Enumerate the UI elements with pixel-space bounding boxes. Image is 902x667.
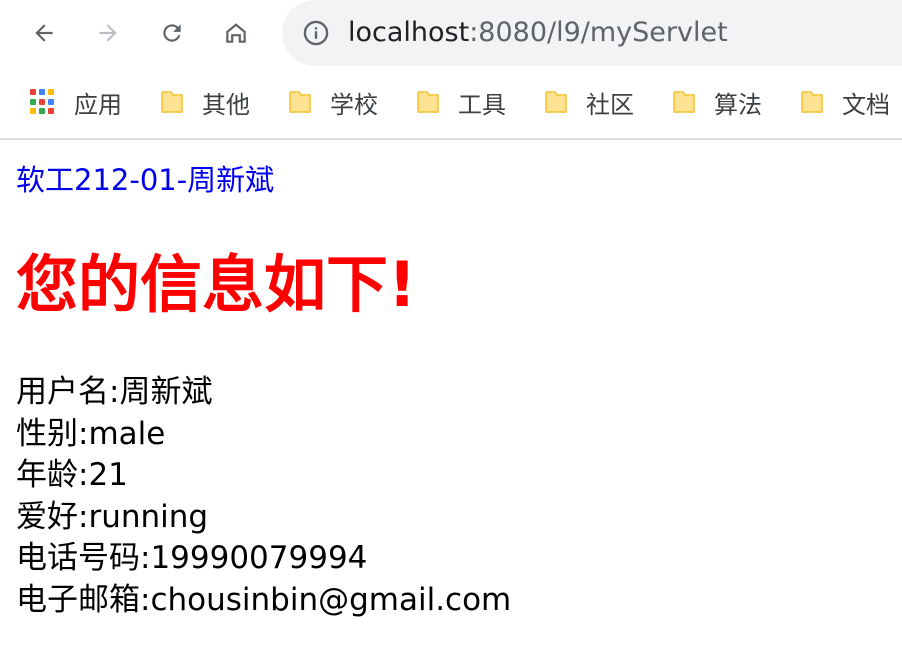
page-title: 您的信息如下! bbox=[16, 248, 417, 321]
bookmark-folder-other[interactable]: 其他 bbox=[160, 86, 250, 119]
back-button[interactable] bbox=[24, 13, 64, 53]
user-info: 用户名:周新斌 性别:male 年龄:21 爱好:running 电话号码:19… bbox=[16, 372, 511, 621]
folder-icon bbox=[673, 91, 695, 113]
url-host: localhost bbox=[348, 17, 470, 48]
folder-icon bbox=[289, 91, 311, 113]
bookmark-label: 学校 bbox=[330, 90, 378, 119]
reload-button[interactable] bbox=[152, 13, 192, 53]
bookmark-folder-school[interactable]: 学校 bbox=[288, 86, 378, 119]
folder-icon bbox=[417, 91, 439, 113]
apps-grid-icon bbox=[30, 89, 56, 115]
home-icon bbox=[226, 23, 246, 43]
address-bar[interactable]: localhost:8080/l9/myServlet bbox=[282, 0, 902, 66]
bookmark-folder-algorithms[interactable]: 算法 bbox=[672, 86, 762, 119]
url-path: :8080/l9/myServlet bbox=[469, 17, 728, 48]
url-text[interactable]: localhost:8080/l9/myServlet bbox=[348, 16, 728, 50]
bookmark-apps[interactable]: 应用 bbox=[30, 86, 122, 119]
username-line: 用户名:周新斌 bbox=[16, 374, 213, 410]
hobby-line: 爱好:running bbox=[16, 498, 209, 535]
browser-toolbar: localhost:8080/l9/myServlet bbox=[0, 0, 902, 66]
email-line: 电子邮箱:chousinbin@gmail.com bbox=[16, 581, 512, 618]
bookmark-label: 工具 bbox=[458, 90, 506, 119]
age-line: 年龄:21 bbox=[16, 457, 128, 493]
reload-icon bbox=[163, 24, 181, 42]
folder-icon bbox=[545, 91, 567, 113]
bookmark-label: 算法 bbox=[714, 90, 762, 119]
bookmark-folder-community[interactable]: 社区 bbox=[544, 86, 634, 119]
folder-icon bbox=[161, 91, 183, 113]
gender-line: 性别:male bbox=[16, 415, 166, 452]
info-icon[interactable] bbox=[302, 19, 330, 47]
forward-button[interactable] bbox=[88, 13, 128, 53]
bookmark-label: 社区 bbox=[586, 90, 634, 119]
home-button[interactable] bbox=[216, 13, 256, 53]
forward-arrow-icon bbox=[99, 24, 117, 42]
phone-line: 电话号码:19990079994 bbox=[16, 540, 368, 576]
bookmark-folder-docs[interactable]: 文档 bbox=[800, 86, 890, 119]
bookmark-folder-tools[interactable]: 工具 bbox=[416, 86, 506, 119]
folder-icon bbox=[801, 91, 823, 113]
bookmark-label: 其他 bbox=[202, 90, 250, 119]
back-arrow-icon bbox=[35, 24, 53, 42]
bookmark-label: 文档 bbox=[842, 90, 890, 119]
bookmark-label: 应用 bbox=[74, 90, 122, 119]
bookmarks-bar: 应用 其他 学校 工具 社区 算法 文档 bbox=[0, 66, 902, 140]
author-link[interactable]: 软工212-01-周新斌 bbox=[16, 162, 274, 198]
